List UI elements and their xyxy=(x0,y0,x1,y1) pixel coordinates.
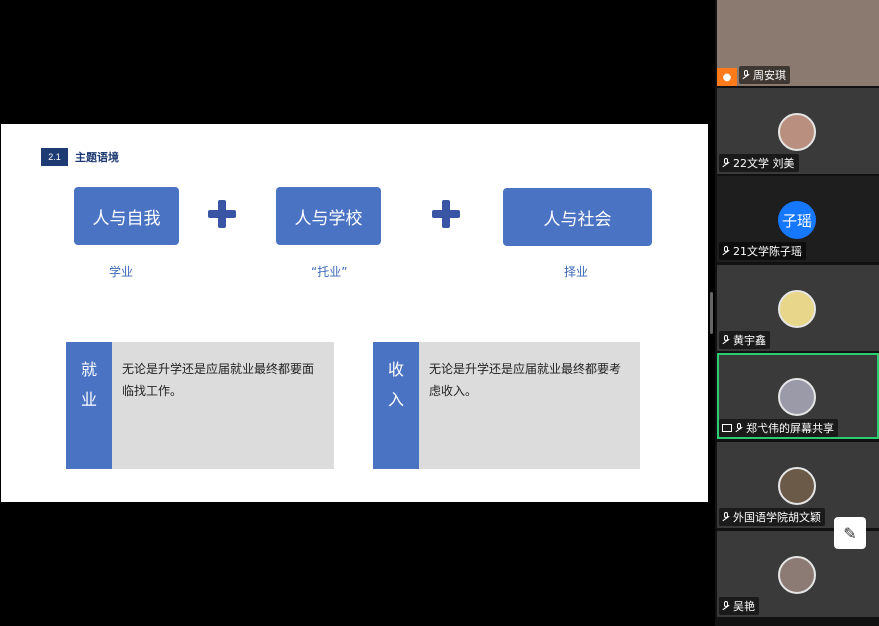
participant-tile[interactable]: 22文学 刘美 xyxy=(717,88,879,174)
label-career: 择业 xyxy=(564,265,589,279)
card-side-char: 就 xyxy=(80,360,97,379)
participant-nametag: 21文学陈子瑶 xyxy=(719,242,806,260)
host-icon: ● xyxy=(717,68,737,86)
participant-name: 21文学陈子瑶 xyxy=(733,245,802,258)
participant-name: 外国语学院胡文颖 xyxy=(733,511,821,524)
participant-tile[interactable]: 黄宇鑫 xyxy=(717,265,879,351)
screen-share-icon xyxy=(722,424,732,432)
avatar xyxy=(778,378,816,416)
participant-name: 吴艳 xyxy=(733,600,755,613)
participant-name: 22文学 刘美 xyxy=(733,157,795,170)
avatar xyxy=(778,556,816,594)
plus-icon xyxy=(432,200,460,228)
box-society: 人与社会 xyxy=(503,188,652,246)
section-number: 2.1 xyxy=(41,148,68,166)
card-side-label: 就 业 xyxy=(66,342,112,469)
participant-name: 黄宇鑫 xyxy=(733,334,766,347)
card-employment: 就 业 无论是升学还是应届就业最终都要面临找工作。 xyxy=(66,342,334,469)
avatar xyxy=(778,467,816,505)
participant-name: 郑弋伟的屏幕共享 xyxy=(746,422,834,435)
label-tuoye: “托业” xyxy=(311,265,348,279)
microphone-icon xyxy=(722,601,730,611)
card-side-char: 入 xyxy=(387,390,404,409)
card-side-char: 业 xyxy=(80,390,97,409)
card-text: 无论是升学还是应届就业最终都要考虑收入。 xyxy=(429,362,622,398)
participant-name: 周安琪 xyxy=(753,69,786,82)
participant-nametag: 黄宇鑫 xyxy=(719,331,770,349)
participant-tile[interactable]: ● 周安琪 xyxy=(717,0,879,86)
microphone-icon xyxy=(722,158,730,168)
card-income: 收 入 无论是升学还是应届就业最终都要考虑收入。 xyxy=(373,342,640,469)
edit-annotate-icon[interactable]: ✎ xyxy=(834,517,866,549)
avatar xyxy=(778,113,816,151)
box-school: 人与学校 xyxy=(276,187,381,245)
card-text: 无论是升学还是应届就业最终都要面临找工作。 xyxy=(122,362,315,398)
participant-nametag: 外国语学院胡文颖 xyxy=(719,508,825,526)
panel-resize-handle[interactable] xyxy=(710,292,713,334)
section-title: 主题语境 xyxy=(75,151,119,164)
card-side-label: 收 入 xyxy=(373,342,419,469)
card-side-char: 收 xyxy=(387,360,404,379)
microphone-icon xyxy=(722,335,730,345)
microphone-icon xyxy=(722,512,730,522)
microphone-icon xyxy=(742,70,750,80)
participant-nametag: 吴艳 xyxy=(719,597,759,615)
participant-tile[interactable]: 子瑶 21文学陈子瑶 xyxy=(717,176,879,262)
participant-nametag: 周安琪 xyxy=(739,66,790,84)
microphone-icon xyxy=(735,423,743,433)
participant-nametag: 郑弋伟的屏幕共享 xyxy=(719,419,838,437)
box-self: 人与自我 xyxy=(74,187,179,245)
label-study: 学业 xyxy=(109,265,134,279)
microphone-icon xyxy=(722,246,730,256)
plus-icon xyxy=(208,200,236,228)
participant-tile[interactable]: 郑弋伟的屏幕共享 xyxy=(717,353,879,439)
avatar: 子瑶 xyxy=(778,201,816,239)
participant-tile[interactable]: 外国语学院胡文颖 xyxy=(717,442,879,528)
avatar xyxy=(778,290,816,328)
participant-nametag: 22文学 刘美 xyxy=(719,154,799,172)
